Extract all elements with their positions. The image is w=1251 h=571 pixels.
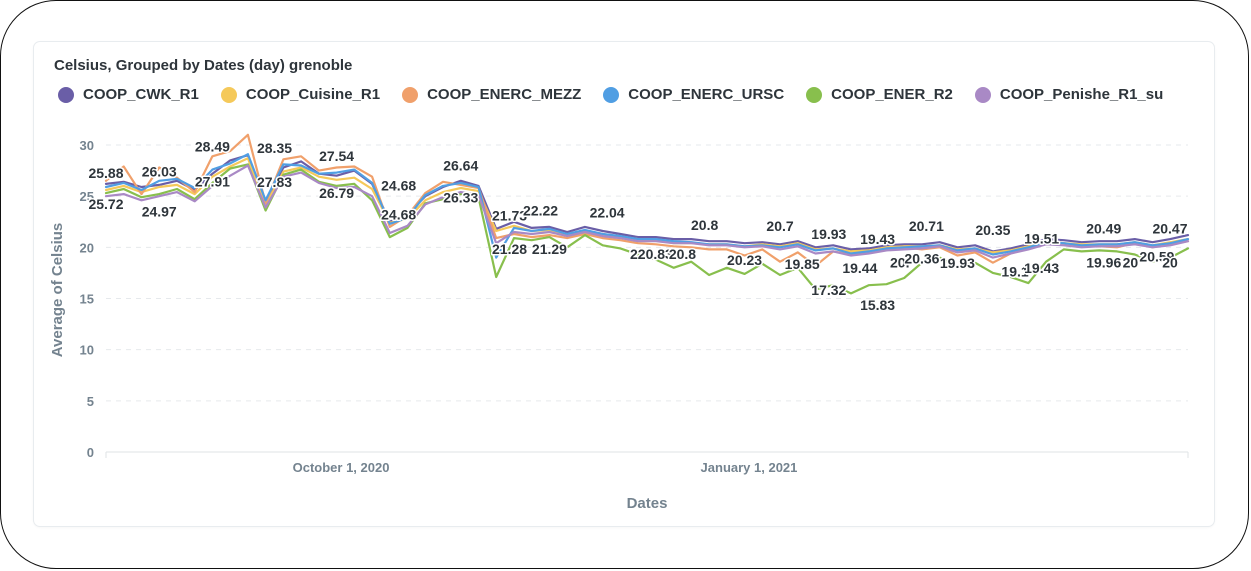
data-label: 21.29	[532, 241, 567, 257]
data-label: 24.97	[142, 203, 177, 219]
data-label: 220.83	[630, 246, 673, 262]
data-label: 20.47	[1152, 221, 1187, 237]
data-label: 19.43	[860, 231, 895, 247]
data-label: 28.49	[195, 138, 230, 154]
y-tick-label: 20	[80, 240, 94, 255]
data-label: 15.83	[860, 297, 895, 313]
y-tick-label: 30	[80, 138, 94, 153]
y-axis-title: Average of Celsius	[49, 223, 66, 358]
data-label: 19.51	[1024, 230, 1059, 246]
y-tick-label: 10	[80, 343, 94, 358]
data-label: 19.85	[785, 256, 820, 272]
y-tick-label: 5	[87, 394, 94, 409]
data-label: 26.03	[142, 164, 177, 180]
data-label: 20.8	[669, 246, 696, 262]
data-label: 27.91	[195, 173, 230, 189]
data-label: 26.33	[443, 190, 478, 206]
data-label: 19.93	[940, 255, 975, 271]
data-label: 20.49	[1086, 220, 1121, 236]
x-tick-label: October 1, 2020	[293, 460, 390, 475]
data-label: 26.79	[319, 185, 354, 201]
data-label: 20.36	[904, 251, 939, 267]
data-label: 20.35	[975, 222, 1010, 238]
data-label: 19.44	[842, 260, 877, 276]
chart-svg: 051015202530October 1, 2020 January 1, 20…	[49, 133, 1189, 512]
data-label: 24.68	[381, 206, 416, 222]
data-label: 21.73	[492, 208, 527, 224]
data-label: 19.96	[1086, 255, 1121, 271]
data-label: 22.22	[523, 203, 558, 219]
data-label: 20.23	[727, 252, 762, 268]
data-label: 27.83	[257, 174, 292, 190]
data-labels: 25.88 25.72 26.03 24.97 28.49 27.91 28.35 27.83…	[87, 137, 1189, 315]
data-label: 19.93	[811, 226, 846, 242]
data-label: 20.71	[909, 218, 944, 234]
data-label: 26.64	[443, 157, 478, 173]
y-tick-label: 15	[80, 292, 94, 307]
data-label: 28.35	[257, 140, 292, 156]
data-label: 25.72	[88, 196, 123, 212]
x-tick-label: January 1, 2021	[701, 460, 798, 475]
data-label: 19.43	[1024, 260, 1059, 276]
data-label: 20.8	[691, 217, 718, 233]
data-label: 21.28	[492, 241, 527, 257]
data-label: 24.68	[381, 177, 416, 193]
data-label: 27.54	[319, 148, 354, 164]
data-label: 20	[1162, 254, 1178, 270]
axes: 051015202530October 1, 2020 January 1, 20…	[80, 138, 1189, 475]
data-label: 20	[1123, 254, 1139, 270]
x-axis-title: Dates	[627, 495, 668, 512]
data-label: 22.04	[590, 204, 625, 220]
data-label: 17.32	[811, 282, 846, 298]
data-label: 20.7	[766, 218, 793, 234]
y-tick-label: 0	[87, 445, 94, 460]
data-label: 25.88	[88, 165, 123, 181]
